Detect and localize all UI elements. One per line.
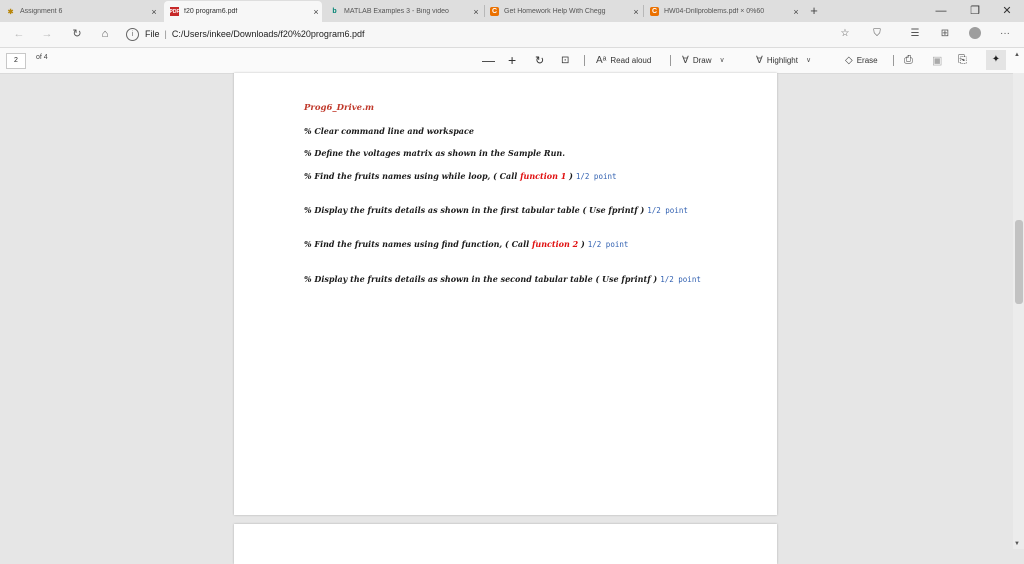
close-icon[interactable]: × (148, 7, 160, 17)
tab-title: HW04-Drillproblems.pdf × 0%60 (664, 8, 765, 15)
tab-title: MATLAB Examples 3 - Bing video (344, 8, 449, 15)
new-tab-button[interactable]: + (806, 3, 822, 19)
collections-icon[interactable]: ⊞ (936, 26, 954, 42)
line-text: % Display the fruits details as shown in… (304, 274, 658, 284)
line-text: % Clear command line and workspace (304, 126, 474, 136)
url-separator: | (164, 29, 167, 39)
document-line: % Define the voltages matrix as shown in… (304, 148, 565, 158)
divider (584, 55, 585, 66)
fit-page-icon[interactable]: ⊡ (561, 52, 569, 68)
minimize-button[interactable]: — (926, 2, 956, 20)
tab-title: Get Homework Help With Chegg (504, 8, 606, 15)
shield-icon[interactable]: ⛉ (868, 26, 886, 42)
tab-title: f20 program6.pdf (184, 8, 238, 15)
draw-icon: ∀ (682, 54, 689, 66)
draw-label: Draw (692, 55, 712, 65)
pdf-page: Prog6_Drive.m % Clear command line and w… (234, 73, 777, 515)
zoom-out-button[interactable]: — (482, 52, 495, 68)
eraser-icon: ◇ (845, 54, 853, 66)
pdf-page-next (234, 524, 777, 564)
zoom-in-button[interactable]: + (508, 52, 516, 68)
back-button[interactable]: ← (10, 26, 28, 42)
chegg-icon: C (650, 7, 659, 16)
forward-button[interactable]: → (38, 26, 56, 42)
draw-button[interactable]: ∀ Draw ∨ (682, 52, 725, 68)
line-text: % Display the fruits details as shown in… (304, 205, 645, 215)
close-icon[interactable]: × (470, 7, 482, 17)
document-line: % Find the fruits names using find funct… (304, 239, 628, 249)
close-icon[interactable]: × (790, 7, 802, 17)
tab-bing[interactable]: b MATLAB Examples 3 - Bing video × (324, 1, 482, 22)
more-menu-icon[interactable]: ··· (996, 26, 1014, 42)
line-text: % Define the voltages matrix as shown in… (304, 148, 565, 158)
close-icon[interactable]: × (630, 7, 642, 17)
scrollbar-thumb[interactable] (1015, 220, 1023, 304)
read-aloud-icon: Aᵃ (596, 54, 607, 66)
highlight-icon: ∀ (756, 54, 763, 66)
document-line: % Find the fruits names using while loop… (304, 171, 617, 181)
tab-strip: ✱ Assignment 6 × PDF f20 program6.pdf × … (0, 0, 1024, 22)
function-reference: function 2 (531, 239, 579, 249)
asu-icon: ✱ (7, 8, 14, 16)
tab-assignment[interactable]: ✱ Assignment 6 × (0, 1, 160, 22)
highlight-button[interactable]: ∀ Highlight ∨ (756, 52, 811, 68)
scheme-label: File (145, 29, 160, 39)
navigation-bar: ← → ↻ ⌂ i File | C:/Users/inkee/Download… (0, 22, 1024, 48)
read-aloud-button[interactable]: Aᵃ Read aloud (596, 52, 651, 68)
document-line: % Display the fruits details as shown in… (304, 205, 688, 215)
bing-icon: b (332, 8, 337, 15)
tab-chegg[interactable]: C Get Homework Help With Chegg × (484, 1, 642, 22)
document-line: % Display the fruits details as shown in… (304, 274, 701, 284)
home-button[interactable]: ⌂ (96, 26, 114, 42)
scroll-down-icon[interactable]: ▼ (1014, 541, 1020, 547)
pdf-toolbar: 2 of 4 — + ↻ ⊡ Aᵃ Read aloud ∀ Draw ∨ ∀ … (0, 48, 1024, 74)
vertical-scrollbar[interactable] (1013, 73, 1024, 549)
chevron-down-icon[interactable]: ∨ (720, 56, 725, 64)
close-icon[interactable]: × (310, 7, 322, 17)
profile-avatar[interactable] (966, 26, 984, 42)
pin-toolbar-icon[interactable]: ✦ (986, 50, 1006, 70)
read-aloud-label: Read aloud (610, 55, 652, 65)
page-total: of 4 (36, 54, 48, 61)
point-value: 1/2 point (647, 206, 688, 215)
point-value: 1/2 point (587, 240, 629, 249)
save-as-icon[interactable]: ⎘ (958, 52, 967, 68)
document-title: Prog6_Drive.m (304, 103, 375, 113)
tab-hw04[interactable]: C HW04-Drillproblems.pdf × 0%60 × (644, 1, 802, 22)
divider (893, 55, 894, 66)
line-text: % Find the fruits names using while loop… (304, 171, 521, 181)
chevron-down-icon[interactable]: ∨ (806, 56, 811, 64)
divider (670, 55, 671, 66)
point-value: 1/2 point (660, 275, 701, 284)
save-icon[interactable]: ▣ (932, 52, 942, 68)
line-text: % Find the fruits names using find funct… (304, 239, 532, 249)
tab-pdf[interactable]: PDF f20 program6.pdf × (164, 1, 322, 22)
document-line: % Clear command line and workspace (304, 126, 474, 136)
pdf-icon: PDF (169, 7, 180, 16)
restore-button[interactable]: ❐ (960, 2, 990, 20)
url-text: C:/Users/inkee/Downloads/f20%20program6.… (171, 29, 365, 39)
page-number-input[interactable]: 2 (6, 53, 26, 69)
rotate-icon[interactable]: ↻ (535, 52, 544, 68)
line-text-suffix: ) (566, 171, 573, 181)
tab-title: Assignment 6 (20, 8, 63, 15)
erase-button[interactable]: ◇ Erase (845, 52, 878, 68)
favorites-icon[interactable]: ☰ (906, 26, 924, 42)
highlight-label: Highlight (766, 55, 798, 65)
address-bar[interactable]: i File | C:/Users/inkee/Downloads/f20%20… (126, 25, 866, 43)
favorite-star-icon[interactable]: ☆ (836, 26, 854, 42)
info-icon[interactable]: i (126, 27, 139, 41)
refresh-button[interactable]: ↻ (68, 26, 86, 42)
close-window-button[interactable]: ✕ (992, 2, 1022, 20)
point-value: 1/2 point (575, 172, 617, 181)
scroll-up-icon[interactable]: ▲ (1014, 52, 1020, 58)
line-text-suffix: ) (578, 239, 585, 249)
print-icon[interactable]: ⎙ (904, 52, 913, 68)
erase-label: Erase (856, 55, 878, 65)
chegg-icon: C (490, 7, 499, 16)
function-reference: function 1 (520, 171, 567, 181)
